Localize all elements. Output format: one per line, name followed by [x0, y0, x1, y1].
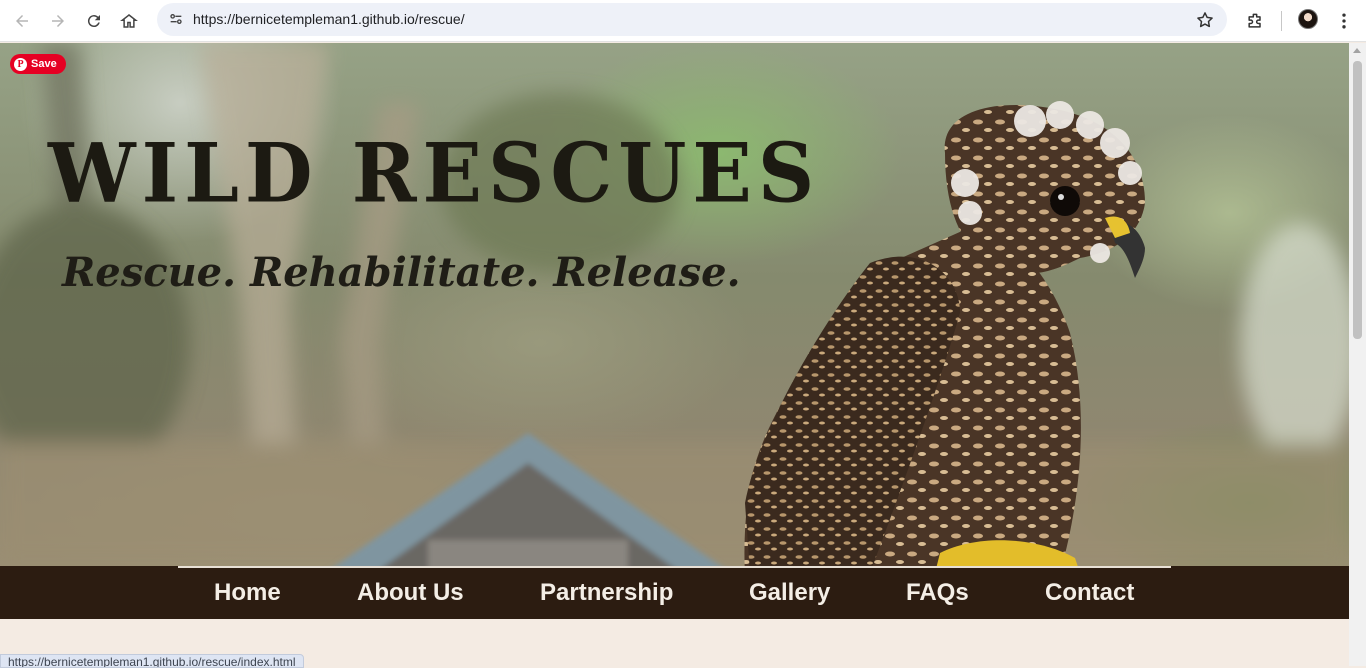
scrollbar-thumb[interactable]	[1353, 61, 1362, 339]
profile-avatar[interactable]	[1298, 9, 1318, 29]
url-text[interactable]: https://bernicetempleman1.github.io/resc…	[193, 11, 465, 27]
nav-link-home[interactable]: Home	[214, 579, 281, 607]
home-icon	[120, 14, 138, 28]
back-button[interactable]	[8, 7, 36, 35]
forward-button[interactable]	[44, 7, 72, 35]
main-navigation: Home About Us Partnership Gallery FAQs C…	[0, 566, 1349, 619]
reload-button[interactable]	[80, 7, 108, 35]
nav-link-about-us[interactable]: About Us	[357, 579, 464, 607]
browser-menu-button[interactable]	[1330, 7, 1358, 35]
forward-arrow-icon	[52, 15, 64, 27]
pinterest-icon: P	[14, 57, 27, 71]
site-title: WILD RESCUES	[48, 125, 821, 222]
reload-icon	[87, 15, 100, 28]
nav-top-border	[178, 566, 1171, 568]
toolbar-divider	[1281, 11, 1282, 31]
bookmark-star-icon[interactable]	[1195, 10, 1215, 30]
home-button[interactable]	[115, 7, 143, 35]
kebab-menu-icon	[1342, 13, 1346, 29]
nav-link-gallery[interactable]: Gallery	[749, 579, 830, 607]
browser-toolbar: https://bernicetempleman1.github.io/resc…	[0, 0, 1366, 42]
extensions-icon	[1248, 13, 1261, 28]
nav-link-contact[interactable]: Contact	[1045, 579, 1134, 607]
hero-banner: P Save WILD RESCUES Rescue. Rehabilitate…	[0, 43, 1349, 566]
address-bar[interactable]: https://bernicetempleman1.github.io/resc…	[157, 3, 1227, 36]
site-tagline: Rescue. Rehabilitate. Release.	[62, 249, 741, 296]
vertical-scrollbar[interactable]	[1349, 43, 1366, 666]
nav-link-partnership[interactable]: Partnership	[540, 579, 673, 607]
scroll-up-arrow[interactable]	[1353, 48, 1361, 53]
shed-roof-image	[335, 433, 721, 566]
site-info-icon[interactable]	[165, 8, 187, 30]
page-viewport: P Save WILD RESCUES Rescue. Rehabilitate…	[0, 43, 1349, 666]
nav-link-faqs[interactable]: FAQs	[906, 579, 969, 607]
back-arrow-icon	[16, 15, 28, 27]
pinterest-save-button[interactable]: P Save	[10, 54, 66, 74]
extensions-button[interactable]	[1241, 7, 1269, 35]
save-label: Save	[31, 58, 57, 70]
